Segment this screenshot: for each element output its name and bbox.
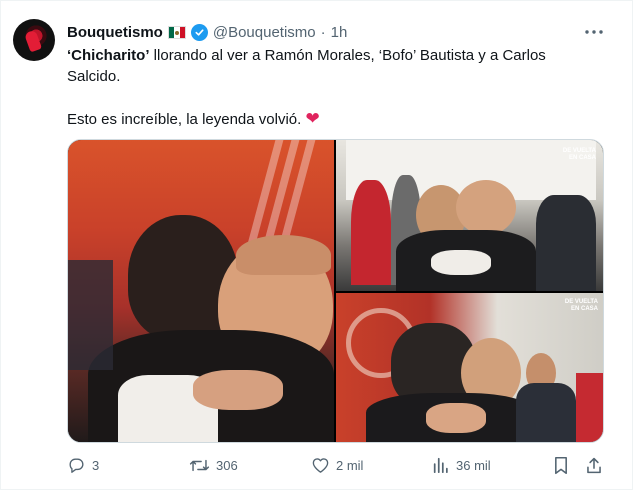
views-icon	[433, 457, 448, 474]
author-handle[interactable]: @Bouquetismo	[213, 24, 316, 41]
tweet-line-1: ‘Chicharito’ llorando al ver a Ramón Mor…	[67, 45, 597, 87]
author-name[interactable]: Bouquetismo	[67, 24, 163, 41]
tweet-text: ‘Chicharito’ llorando al ver a Ramón Mor…	[67, 45, 597, 130]
photo-left[interactable]	[68, 140, 334, 442]
like-icon	[312, 458, 329, 473]
like-count: 2 mil	[336, 457, 364, 473]
verified-icon[interactable]	[190, 23, 208, 41]
bookmark-button[interactable]	[553, 453, 569, 477]
avatar[interactable]	[13, 19, 55, 61]
heart-emoji-icon: ❤	[305, 109, 320, 128]
tweet-bold-name: ‘Chicharito’	[67, 47, 150, 64]
reply-button[interactable]: 3	[67, 453, 99, 477]
retweet-button[interactable]: 306	[189, 453, 238, 477]
reply-icon	[69, 457, 84, 473]
separator: ·	[320, 23, 326, 41]
action-bar: 3 306 2 mil 36 mil	[67, 453, 607, 477]
views-button[interactable]: 36 mil	[432, 453, 491, 477]
like-button[interactable]: 2 mil	[311, 453, 363, 477]
photo-top-right[interactable]: DE VUELTA EN CASA	[336, 140, 603, 291]
reply-count: 3	[92, 457, 100, 473]
mexico-flag-icon	[167, 25, 186, 39]
bookmark-icon	[555, 456, 567, 474]
media-grid: DE VUELTA EN CASA DE VUELTA EN CASA	[67, 139, 604, 443]
watermark-bottom: DE VUELTA EN CASA	[564, 299, 598, 312]
tweet-line-2: Esto es increíble, la leyenda volvió. ❤	[67, 108, 597, 130]
tweet-line-2-text: Esto es increíble, la leyenda volvió.	[67, 111, 302, 128]
tweet-card[interactable]: Bouquetismo @Bouquetismo · 1h ‘Chicharit…	[0, 0, 633, 490]
more-icon[interactable]	[581, 19, 607, 45]
retweet-count: 306	[216, 457, 238, 473]
views-count: 36 mil	[456, 457, 491, 473]
watermark-top: DE VUELTA EN CASA	[562, 148, 596, 161]
retweet-icon	[189, 459, 210, 471]
photo-bottom-right[interactable]: DE VUELTA EN CASA	[336, 293, 603, 442]
tweet-header: Bouquetismo @Bouquetismo · 1h	[67, 21, 347, 43]
timestamp[interactable]: 1h	[331, 24, 348, 41]
share-button[interactable]	[585, 453, 603, 477]
share-icon	[587, 457, 601, 473]
